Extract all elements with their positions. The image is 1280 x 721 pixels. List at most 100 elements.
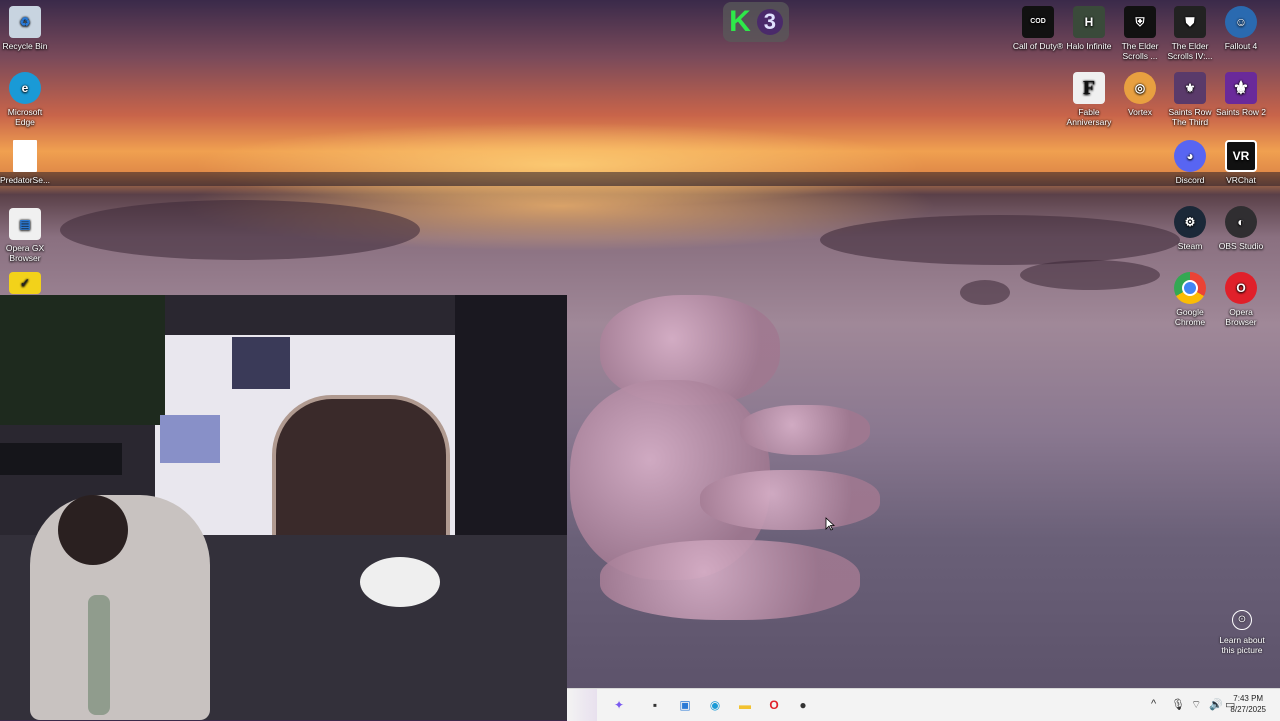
desktop-icon-label: Saints Row 2: [1215, 107, 1267, 117]
halo-icon: H: [1073, 6, 1105, 38]
tray-overflow-chevron[interactable]: ^: [1151, 698, 1156, 710]
store-icon: ▣: [679, 698, 691, 712]
desktop-icon-label: Halo Infinite: [1066, 41, 1112, 51]
microphone-icon[interactable]: 🎙: [1171, 698, 1185, 711]
webcam-plush-toy: [360, 557, 440, 607]
desktop-icon-halo[interactable]: H Halo Infinite: [1062, 6, 1116, 51]
desktop-icon-recycle-bin[interactable]: ♻ Recycle Bin: [0, 6, 52, 51]
learn-about-picture[interactable]: ⊙ Learn about this picture: [1212, 610, 1272, 655]
rock: [1020, 260, 1160, 290]
rock: [60, 200, 420, 260]
opera-icon: O: [769, 698, 779, 712]
k3-overlay-badge: K 3: [723, 2, 789, 42]
elder-scrolls-iv-icon: ⛊: [1174, 6, 1206, 38]
desktop-icon-saints-row-third[interactable]: ⚜ Saints Row The Third: [1163, 72, 1217, 127]
tray-clock[interactable]: 7:43 PM 8/27/2025: [1230, 693, 1266, 715]
clock-time: 7:43 PM: [1233, 694, 1264, 703]
task-view-icon: ▪: [652, 698, 658, 712]
desktop-icon-label: PredatorSe...: [0, 175, 51, 185]
salt-formation: [600, 540, 860, 620]
webcam-poster: [232, 337, 290, 389]
desktop-icon-edge[interactable]: e Microsoft Edge: [0, 72, 52, 127]
webcam-bong: [88, 595, 110, 715]
desktop-icon-predator[interactable]: PredatorSe...: [0, 140, 52, 185]
opera-icon: O: [1225, 272, 1257, 304]
desktop-icon-label: Saints Row The Third: [1168, 107, 1212, 127]
desktop-icon-label: OBS Studio: [1218, 241, 1264, 251]
fallout-icon: ☺: [1225, 6, 1257, 38]
saints-row-2-icon: ⚜: [1225, 72, 1257, 104]
desktop-icon-vrchat[interactable]: VR VRChat: [1214, 140, 1268, 185]
desktop-icon-label: Opera Browser: [1225, 307, 1257, 327]
taskbar-opera[interactable]: O: [764, 695, 784, 715]
mouse-cursor-icon: [825, 517, 835, 531]
webcam-person-head: [58, 495, 128, 565]
desktop-icon-label: The Elder Scrolls ...: [1121, 41, 1159, 61]
desktop-icon-label: The Elder Scrolls IV:...: [1167, 41, 1213, 61]
number-badge: 3: [756, 9, 783, 35]
desktop-icon-label: Recycle Bin: [2, 41, 48, 51]
desktop-icon-label: Microsoft Edge: [7, 107, 43, 127]
taskbar-file-explorer[interactable]: ▬: [735, 695, 755, 715]
volume-icon[interactable]: 🔊: [1209, 698, 1223, 711]
rock: [960, 280, 1010, 305]
checkmark-app-icon: ✓: [9, 272, 41, 294]
desktop-icon-label: Fable Anniversary: [1066, 107, 1112, 127]
recycle-bin-icon: ♻: [9, 6, 41, 38]
opera-gx-icon: ▤: [9, 208, 41, 240]
desktop-icon-label: Discord: [1175, 175, 1205, 185]
desktop-icon-label: VRChat: [1226, 175, 1256, 185]
chrome-icon: [1174, 272, 1206, 304]
webcam-soundbar: [0, 443, 122, 475]
taskbar-start-art: [567, 689, 597, 721]
desktop-icon-label: Vortex: [1127, 107, 1153, 117]
obs-icon: ◐: [1225, 206, 1257, 238]
copilot-icon: ✦: [613, 698, 625, 712]
folder-icon: ▬: [739, 698, 751, 712]
webcam-overlay: [0, 295, 567, 720]
saints-row-icon: ⚜: [1174, 72, 1206, 104]
steam-icon: ⚙: [1174, 206, 1206, 238]
webcam-tapestry: [0, 295, 165, 425]
desktop-icon-label: Call of Duty®: [1012, 41, 1064, 51]
desktop-icon-fallout-4[interactable]: ☺ Fallout 4: [1214, 6, 1268, 51]
vrchat-icon: VR: [1225, 140, 1257, 172]
desktop-icon-opera-gx[interactable]: ▤ Opera GX Browser: [0, 208, 52, 263]
desktop-icon-discord[interactable]: ◕ Discord: [1163, 140, 1217, 185]
desktop-icon-chrome[interactable]: Google Chrome: [1163, 272, 1217, 327]
app-icon: ●: [799, 698, 807, 712]
desktop-icon-vortex[interactable]: ◎ Vortex: [1113, 72, 1167, 117]
desktop-icon-label: Google Chrome: [1174, 307, 1206, 327]
edge-icon: ◉: [709, 698, 721, 712]
discord-icon: ◕: [1174, 140, 1206, 172]
salt-formation: [740, 405, 870, 455]
taskbar-copilot[interactable]: ✦: [609, 695, 629, 715]
taskbar-edge[interactable]: ◉: [705, 695, 725, 715]
desktop-icon-obs[interactable]: ◐ OBS Studio: [1214, 206, 1268, 251]
webcam-fireplace: [272, 395, 450, 549]
camera-info-icon: ⊙: [1232, 610, 1252, 630]
desktop-icon-saints-row-2[interactable]: ⚜ Saints Row 2: [1214, 72, 1268, 117]
desktop-icon-opera[interactable]: O Opera Browser: [1214, 272, 1268, 327]
desktop-icon-elder-scrolls[interactable]: ⛨ The Elder Scrolls ...: [1113, 6, 1167, 61]
taskbar-app[interactable]: ●: [793, 695, 813, 715]
k-letter: K: [729, 5, 751, 38]
wifi-icon[interactable]: ⌔: [1191, 698, 1201, 712]
vortex-icon: ◎: [1124, 72, 1156, 104]
fable-icon: F: [1073, 72, 1105, 104]
learn-about-picture-label: Learn about this picture: [1219, 635, 1265, 655]
desktop-icon-elder-scrolls-iv[interactable]: ⛊ The Elder Scrolls IV:...: [1163, 6, 1217, 61]
taskbar: ✦ ▪ ▣ ◉ ▬ O ● ^ 🎙 ⌔ 🔊 ▭ 7:43 PM 8/27/202…: [567, 688, 1280, 721]
taskbar-task-view[interactable]: ▪: [645, 695, 665, 715]
elder-scrolls-icon: ⛨: [1124, 6, 1156, 38]
desktop-icon-fable[interactable]: F Fable Anniversary: [1062, 72, 1116, 127]
horizon: [0, 172, 1280, 186]
desktop-icon-label: Fallout 4: [1224, 41, 1258, 51]
desktop-icon-call-of-duty[interactable]: COD Call of Duty®: [1011, 6, 1065, 51]
rock: [820, 215, 1180, 265]
desktop-icon-checkmark-app[interactable]: ✓: [0, 272, 52, 297]
desktop-icon-label: Steam: [1177, 241, 1203, 251]
edge-icon: e: [9, 72, 41, 104]
taskbar-store[interactable]: ▣: [675, 695, 695, 715]
desktop-icon-steam[interactable]: ⚙ Steam: [1163, 206, 1217, 251]
